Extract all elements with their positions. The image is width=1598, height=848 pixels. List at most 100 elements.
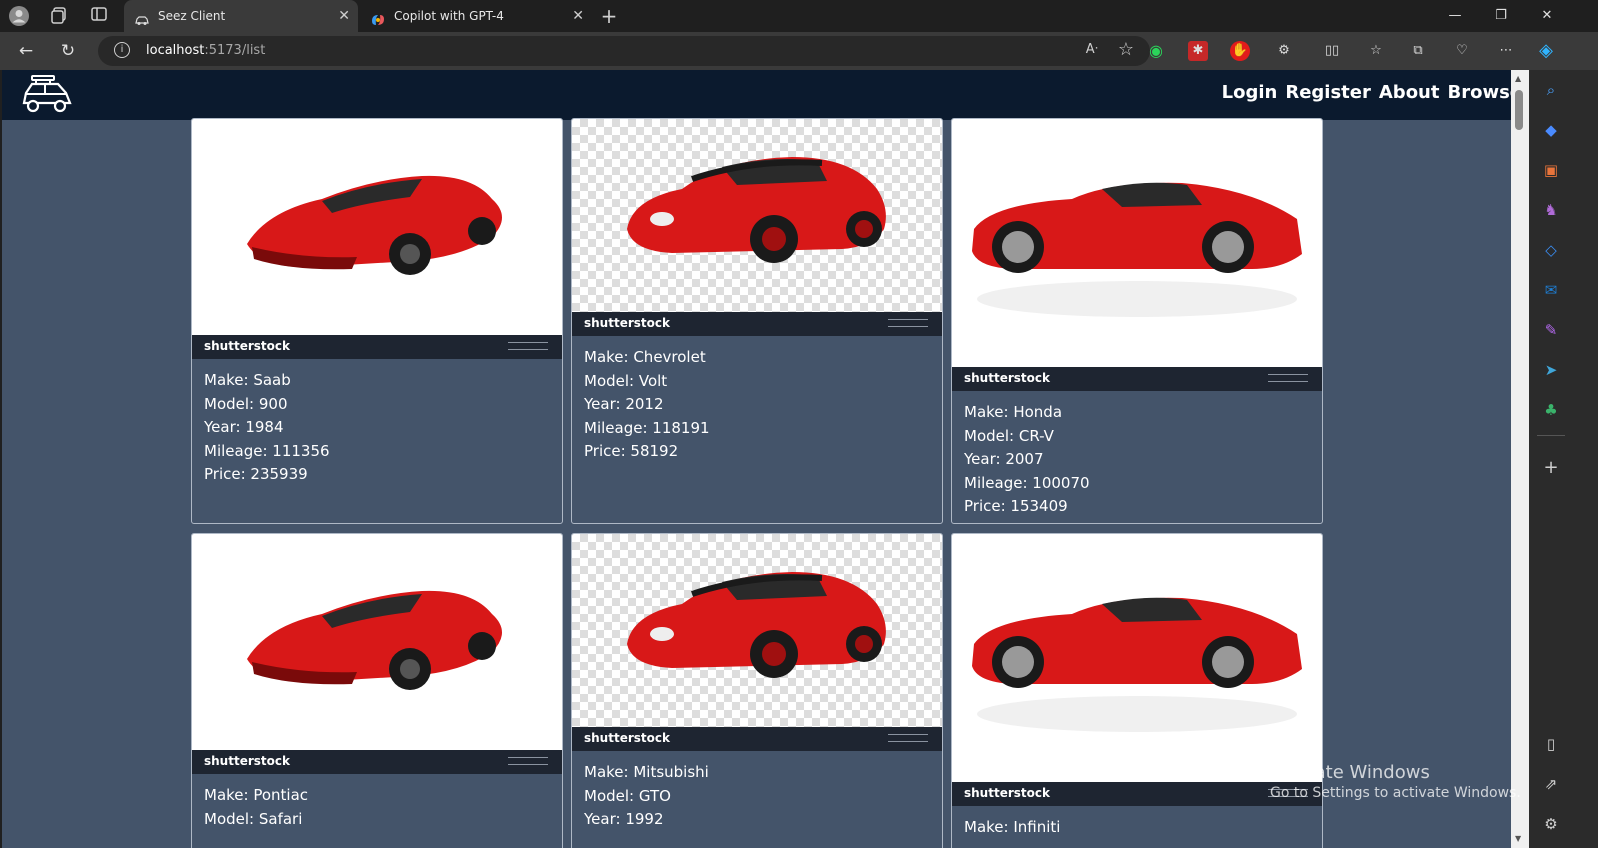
car-info: Make: Pontiac Model: Safari <box>192 774 562 841</box>
car-image: shutterstock <box>952 119 1322 391</box>
copilot-icon[interactable]: ◈ <box>1536 41 1556 61</box>
minimize-icon[interactable]: — <box>1432 0 1478 32</box>
shopping-icon[interactable]: ◆ <box>1539 118 1563 142</box>
shutterstock-logo: shutterstock <box>964 786 1050 800</box>
more-options-icon[interactable]: ⋯ <box>1496 41 1516 61</box>
copilot-favicon-icon <box>370 8 386 25</box>
car-info: Make: Mitsubishi Model: GTO Year: 1992 <box>572 751 942 842</box>
adblock-icon[interactable]: ✋ <box>1230 41 1250 61</box>
car-make: Make: Honda <box>964 403 1063 421</box>
car-card[interactable]: shutterstock Make: Mitsubishi Model: GTO… <box>571 533 943 848</box>
car-card[interactable]: shutterstock Make: Saab Model: 900 Year:… <box>191 118 563 524</box>
url-host: localhost <box>146 43 205 58</box>
car-info: Make: Honda Model: CR-V Year: 2007 Milea… <box>952 391 1322 523</box>
tree-icon[interactable]: ♣ <box>1539 398 1563 422</box>
site-navbar: Login Register About Browse <box>2 70 1540 120</box>
outlook-icon[interactable]: ✉ <box>1539 278 1563 302</box>
car-model: Model: Safari <box>204 809 303 828</box>
car-year: Year: 1984 <box>204 418 284 436</box>
extensions-icon[interactable]: ⚙ <box>1274 41 1294 61</box>
car-card[interactable]: shutterstock Make: Honda Model: CR-V Yea… <box>951 118 1323 524</box>
microsoft-365-icon[interactable]: ◇ <box>1539 238 1563 262</box>
red-ferrari-icon <box>972 597 1302 732</box>
car-year: Year: 1992 <box>584 810 664 828</box>
telegram-icon[interactable]: ➤ <box>1539 358 1563 382</box>
tools-icon[interactable]: ▣ <box>1539 158 1563 182</box>
refresh-icon[interactable]: ↻ <box>56 40 80 62</box>
tab-title: Copilot with GPT-4 <box>394 9 504 23</box>
site-info-icon[interactable]: i <box>114 42 130 58</box>
car-price: Price: 235939 <box>204 465 308 483</box>
new-tab-button[interactable]: + <box>598 5 620 27</box>
scroll-up-icon[interactable]: ▲ <box>1515 74 1521 83</box>
car-year: Year: 2012 <box>584 395 664 413</box>
shutterstock-logo: shutterstock <box>964 371 1050 385</box>
extension-red-icon[interactable]: ✱ <box>1188 41 1208 61</box>
url-path: :5173/list <box>204 43 266 58</box>
scrollbar-thumb[interactable] <box>1515 90 1523 130</box>
browser-sidebar: ⌕ ◆ ▣ ♞ ◇ ✉ ✎ ➤ ♣ + ▯ ⇗ ⚙ <box>1529 70 1598 848</box>
car-model: Model: GTO <box>584 786 671 805</box>
red-lamborghini-icon <box>247 175 502 275</box>
shutterstock-logo: shutterstock <box>584 316 670 330</box>
image-credit-strip: shutterstock <box>192 335 562 359</box>
car-info: Make: Chevrolet Model: Volt Year: 2012 M… <box>572 336 942 474</box>
tab-seez-client[interactable]: Seez Client ✕ <box>124 0 358 32</box>
nav-about-link[interactable]: About <box>1379 82 1440 103</box>
red-lamborghini-icon <box>247 590 502 690</box>
address-bar[interactable]: i localhost:5173/list Aᐧ ☆ <box>98 36 1150 66</box>
nav-register-link[interactable]: Register <box>1285 82 1371 103</box>
close-tab-icon[interactable]: ✕ <box>572 0 584 32</box>
image-id-text <box>508 757 548 765</box>
car-model: Model: Volt <box>584 371 668 390</box>
browser-essentials-icon[interactable]: ♡ <box>1452 41 1472 61</box>
read-aloud-icon[interactable]: Aᐧ <box>1086 42 1098 57</box>
profile-icon[interactable] <box>8 5 30 27</box>
favorites-icon[interactable]: ☆ <box>1366 41 1386 61</box>
image-credit-strip: shutterstock <box>572 727 942 751</box>
close-window-icon[interactable]: ✕ <box>1524 0 1570 32</box>
car-make: Make: Infiniti <box>964 818 1061 836</box>
collections-icon[interactable]: ⧉ <box>1408 41 1428 61</box>
settings-gear-icon[interactable]: ⚙ <box>1539 812 1563 836</box>
car-card[interactable]: shutterstock Make: Infiniti <box>951 533 1323 848</box>
car-mileage: Mileage: 118191 <box>584 418 710 437</box>
split-screen-icon[interactable]: ▯▯ <box>1322 41 1342 61</box>
restore-icon[interactable]: ❐ <box>1478 0 1524 32</box>
designer-icon[interactable]: ✎ <box>1539 318 1563 342</box>
activate-windows-watermark: Activate Windows Go to Settings to activ… <box>1270 762 1521 801</box>
workspaces-icon[interactable] <box>48 5 70 27</box>
close-tab-icon[interactable]: ✕ <box>338 0 350 32</box>
image-credit-strip: shutterstock <box>952 782 1322 806</box>
add-sidebar-item-icon[interactable]: + <box>1539 456 1563 480</box>
shutterstock-logo: shutterstock <box>584 731 670 745</box>
car-card[interactable]: shutterstock Make: Chevrolet Model: Volt… <box>571 118 943 524</box>
car-card[interactable]: shutterstock Make: Pontiac Model: Safari <box>191 533 563 848</box>
nav-login-link[interactable]: Login <box>1222 82 1278 103</box>
image-credit-strip: shutterstock <box>952 367 1322 391</box>
car-image: shutterstock <box>572 534 942 751</box>
car-logo-icon[interactable] <box>20 73 74 117</box>
search-icon[interactable]: ⌕ <box>1539 78 1563 102</box>
favorite-star-icon[interactable]: ☆ <box>1118 39 1134 60</box>
open-external-icon[interactable]: ⇗ <box>1539 772 1563 796</box>
car-mileage: Mileage: 100070 <box>964 473 1090 492</box>
sidebar-divider <box>1537 435 1565 436</box>
tab-copilot[interactable]: Copilot with GPT-4 ✕ <box>360 0 592 32</box>
watermark-subtitle: Go to Settings to activate Windows. <box>1270 785 1521 801</box>
car-price: Price: 58192 <box>584 442 679 460</box>
extension-green-icon[interactable]: ◉ <box>1146 41 1166 61</box>
hide-sidebar-icon[interactable]: ▯ <box>1539 732 1563 756</box>
car-image: shutterstock <box>572 119 942 336</box>
car-image: shutterstock <box>192 534 562 774</box>
url-text[interactable]: localhost:5173/list <box>146 36 265 66</box>
games-icon[interactable]: ♞ <box>1539 198 1563 222</box>
back-icon[interactable]: ← <box>14 40 38 62</box>
page-scrollbar[interactable]: ▲ ▼ <box>1511 70 1529 848</box>
shutterstock-logo: shutterstock <box>204 339 290 353</box>
car-year: Year: 2007 <box>964 450 1044 468</box>
vertical-tabs-icon[interactable] <box>88 5 110 27</box>
nav-links: Login Register About Browse <box>1222 82 1522 103</box>
scroll-down-icon[interactable]: ▼ <box>1515 834 1521 843</box>
car-price: Price: 153409 <box>964 497 1068 515</box>
